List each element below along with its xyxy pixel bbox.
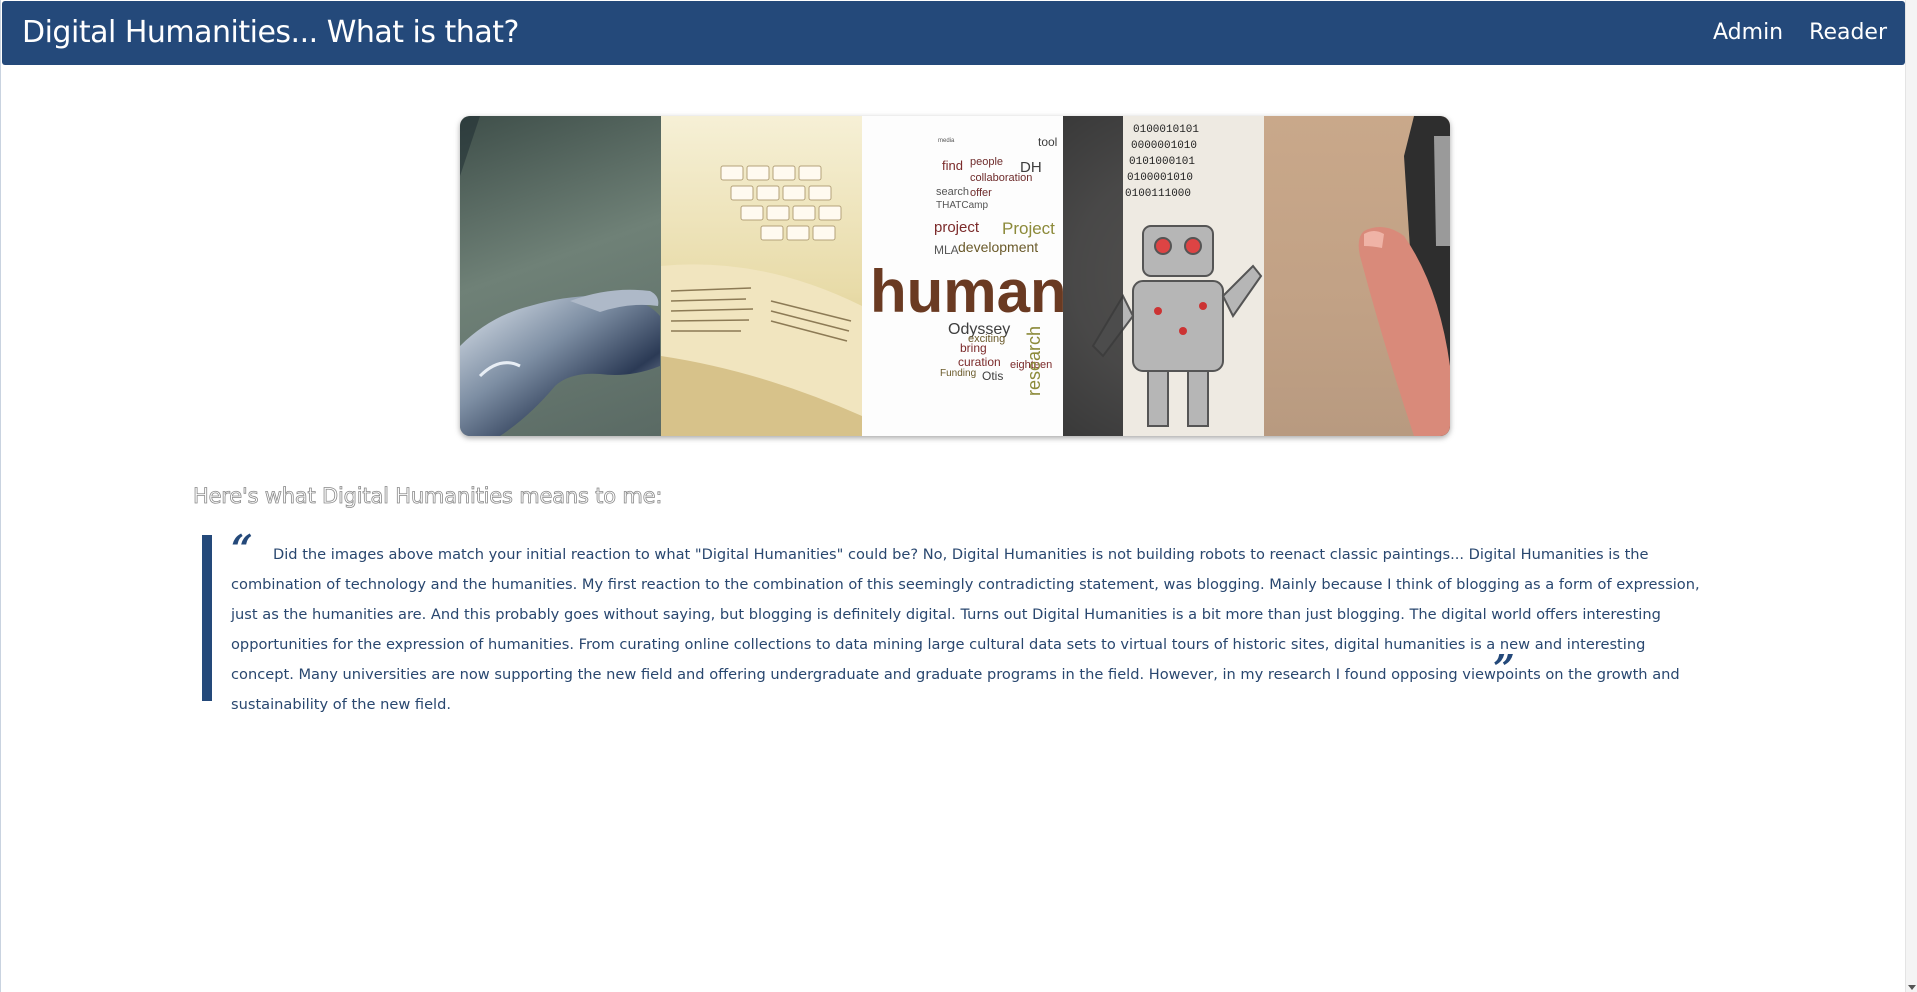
word-cloud-word: media [938, 138, 955, 144]
section-heading: Here's what Digital Humanities means to … [193, 484, 663, 509]
blockquote: “ Did the images above match your initia… [202, 529, 1700, 713]
top-navbar: Digital Humanities... What is that? Admi… [2, 1, 1905, 65]
finger-tablet-image [1264, 116, 1450, 436]
binary-line: 0100001010 [1127, 172, 1193, 184]
word-cloud-word: Project [1002, 219, 1055, 238]
word-cloud-word: THATCamp [936, 200, 988, 211]
robot-icon: 0100010101 0000001010 0101000101 0100001… [1063, 116, 1264, 436]
vertical-scrollbar[interactable] [1905, 0, 1917, 992]
nav-links: Admin Reader [1713, 18, 1887, 48]
word-cloud-word: Funding [940, 368, 976, 379]
finger-icon [1358, 116, 1450, 436]
word-cloud-word: research [1024, 326, 1044, 396]
quote-text: Did the images above match your initial … [231, 546, 1700, 713]
word-cloud-word: collaboration [970, 172, 1032, 184]
humanities-word-cloud-image: media find DH people collaboration tool … [862, 116, 1063, 436]
close-quote-icon: ” [1493, 646, 1515, 691]
robot-hand-image [460, 116, 661, 436]
word-cloud-icon: media find DH people collaboration tool … [870, 135, 1063, 396]
word-cloud-word: tool [1038, 135, 1057, 149]
page: Digital Humanities... What is that? Admi… [0, 0, 1917, 992]
robot-hand-icon [460, 116, 660, 436]
word-cloud-word: people [970, 156, 1003, 168]
word-cloud-word: project [934, 219, 980, 236]
nav-link-reader[interactable]: Reader [1809, 18, 1887, 48]
keyboard-icon [661, 165, 862, 436]
robot-binary-book-image: 0100010101 0000001010 0101000101 0100001… [1063, 116, 1264, 436]
binary-line: 0101000101 [1129, 156, 1195, 168]
word-cloud-word: search [936, 186, 969, 198]
word-cloud-word: Otis [982, 369, 1003, 383]
word-cloud-word: find [942, 158, 963, 173]
site-title[interactable]: Digital Humanities... What is that? [22, 13, 519, 53]
word-cloud-word: development [958, 239, 1038, 255]
binary-line: 0100111000 [1125, 188, 1191, 200]
word-cloud-word: curation [958, 355, 1001, 369]
word-cloud-word: offer [970, 187, 992, 199]
scroll-down-arrow-icon[interactable] [1908, 985, 1916, 990]
open-book-keyboard-image [661, 116, 862, 436]
word-cloud-word: MLA [934, 243, 959, 257]
binary-line: 0100010101 [1133, 124, 1199, 136]
banner-collage: media find DH people collaboration tool … [460, 116, 1450, 436]
word-cloud-word: exciting [968, 333, 1005, 345]
nav-link-admin[interactable]: Admin [1713, 18, 1783, 48]
binary-line: 0000001010 [1131, 140, 1197, 152]
word-cloud-word: humani [870, 258, 1063, 325]
